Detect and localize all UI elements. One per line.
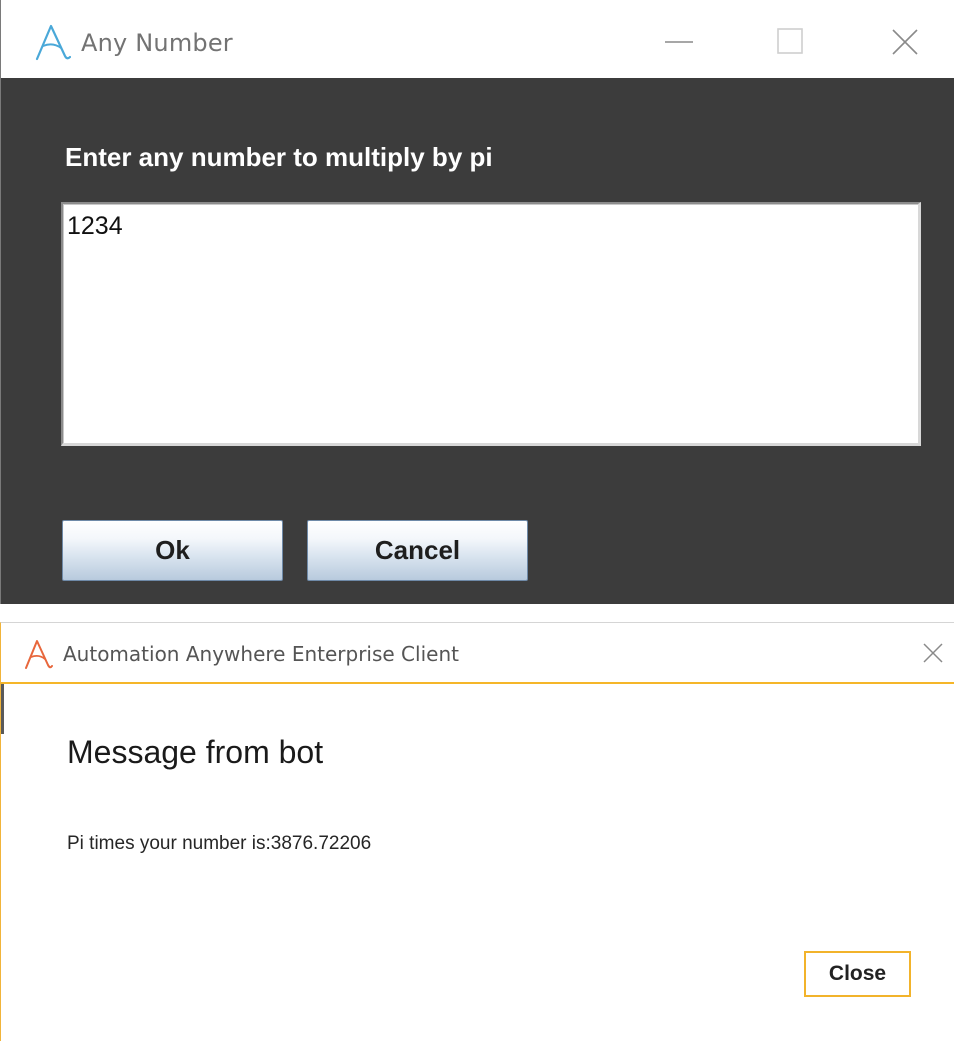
close-icon[interactable]	[917, 637, 949, 669]
message-heading: Message from bot	[67, 734, 324, 770]
cancel-button[interactable]: Cancel	[307, 520, 528, 581]
minimize-icon[interactable]	[657, 20, 701, 64]
maximize-icon[interactable]	[769, 20, 813, 64]
window-title: Any Number	[81, 29, 233, 57]
screenshot-root: Any Number Enter any number to multiply …	[0, 0, 954, 1041]
automation-anywhere-logo-icon	[33, 22, 72, 62]
window-edge-divider	[1, 684, 4, 734]
ok-button[interactable]: Ok	[62, 520, 283, 581]
window-title: Automation Anywhere Enterprise Client	[63, 642, 459, 666]
prompt-label: Enter any number to multiply by pi	[65, 142, 493, 172]
input-dialog-titlebar[interactable]: Any Number	[1, 0, 954, 78]
message-dialog-titlebar[interactable]: Automation Anywhere Enterprise Client	[1, 623, 954, 684]
input-dialog-window: Any Number Enter any number to multiply …	[0, 0, 954, 604]
message-text: Pi times your number is:3876.72206	[67, 833, 372, 854]
number-input[interactable]: 1234	[61, 202, 921, 446]
message-dialog-window: Automation Anywhere Enterprise Client Me…	[0, 622, 954, 1041]
close-button[interactable]: Close	[804, 951, 911, 997]
automation-anywhere-logo-icon	[23, 638, 53, 670]
close-icon[interactable]	[883, 20, 927, 64]
